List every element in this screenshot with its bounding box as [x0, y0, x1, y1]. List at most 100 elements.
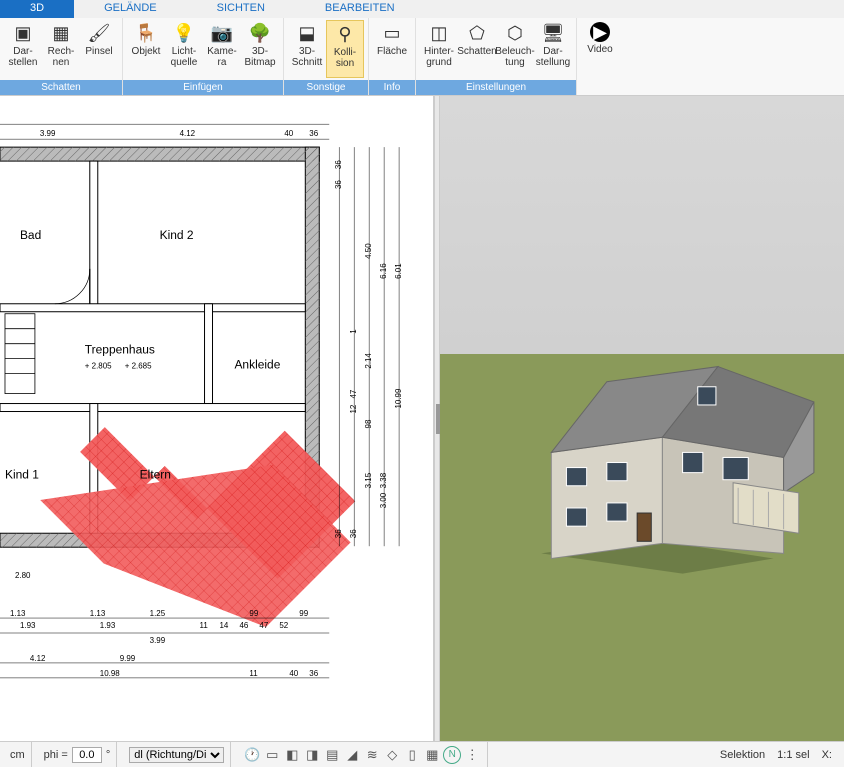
dim-label: 9.99 — [120, 654, 136, 663]
dim-label: 36 — [349, 529, 358, 538]
selektion-label: Selektion — [720, 749, 765, 761]
tab-sichten[interactable]: SICHTEN — [187, 0, 295, 18]
dim-label: 6.01 — [394, 263, 403, 279]
dim-label: 1 — [349, 329, 358, 334]
dim-label: 3.99 — [40, 129, 56, 138]
waves-icon[interactable]: ≋ — [363, 746, 381, 764]
play-icon: ▶ — [590, 22, 610, 42]
stack-icon[interactable]: ▤ — [323, 746, 341, 764]
diamond-icon[interactable]: ◇ — [383, 746, 401, 764]
schatten-setting-button[interactable]: ⬠Schatten — [458, 20, 496, 78]
ribbon-group-schatten: ▣Dar-stellen ▦Rech-nen 🖌Pinsel Schatten — [0, 18, 123, 95]
tab-3d[interactable]: 3D — [0, 0, 74, 18]
beleuchtung-button[interactable]: ⬡Beleuch-tung — [496, 20, 534, 78]
ribbon-group-einfuegen: 🪑Objekt 💡Licht-quelle 📷Kame-ra 🌳3D-Bitma… — [123, 18, 284, 95]
pinsel-button[interactable]: 🖌Pinsel — [80, 20, 118, 78]
brush-icon: 🖌 — [88, 22, 110, 44]
darstellen-button[interactable]: ▣Dar-stellen — [4, 20, 42, 78]
dim-label: 1.25 — [150, 609, 166, 618]
dim-label: 10.98 — [100, 669, 121, 678]
dim-label: 6.16 — [379, 263, 388, 279]
tab-strip: 3D GELÄNDE SICHTEN BEARBEITEN — [0, 0, 844, 18]
dim-label: 36 — [309, 129, 318, 138]
statusbar: cm phi = ° dl (Richtung/Di 🕐 ▭ ◧ ◨ ▤ ◢ ≋… — [0, 741, 844, 767]
video-button[interactable]: ▶Video — [581, 20, 619, 78]
elevation-1: + 2.805 — [85, 362, 112, 371]
dim-label: 46 — [239, 621, 248, 630]
dim-label: 10.99 — [394, 388, 403, 409]
dim-label: 4.12 — [180, 129, 196, 138]
dim-label: 98 — [364, 419, 373, 428]
angle-icon[interactable]: ◢ — [343, 746, 361, 764]
dim-label: 36 — [334, 529, 343, 538]
dim-label: 3.15 — [364, 472, 373, 488]
screen-icon[interactable]: ▭ — [263, 746, 281, 764]
chair-icon: 🪑 — [135, 22, 157, 44]
ribbon-group-video: ▶Video — [577, 18, 623, 95]
display-icon: 🖥 — [542, 22, 564, 44]
bulb-icon: 💡 — [173, 22, 195, 44]
group-label-info: Info — [369, 80, 415, 95]
objekt-button[interactable]: 🪑Objekt — [127, 20, 165, 78]
grid-icon[interactable]: ▦ — [423, 746, 441, 764]
dim-label: 36 — [334, 160, 343, 169]
dim-label: 4.12 — [30, 654, 46, 663]
shadow-icon: ⬠ — [466, 22, 488, 44]
dim-label: 1.13 — [10, 609, 26, 618]
dim-label: 1.93 — [100, 621, 116, 630]
dim-label: 3.38 — [379, 472, 388, 488]
calc-icon: ▦ — [50, 22, 72, 44]
north-icon[interactable]: N — [443, 746, 461, 764]
layer2-icon[interactable]: ◨ — [303, 746, 321, 764]
unit-label: cm — [10, 749, 25, 761]
phi-label: phi = — [44, 749, 68, 761]
tree-icon: 🌳 — [249, 22, 271, 44]
bg-icon: ◫ — [428, 22, 450, 44]
x-label: X: — [822, 749, 832, 761]
dim-label: 3.00 — [379, 492, 388, 508]
room-label-kind1: Kind 1 — [5, 467, 39, 481]
room-label-bad: Bad — [20, 228, 41, 242]
flaeche-button[interactable]: ▭Fläche — [373, 20, 411, 78]
dim-label: 36 — [334, 180, 343, 189]
camera-icon: 📷 — [211, 22, 233, 44]
rechnen-button[interactable]: ▦Rech-nen — [42, 20, 80, 78]
phi-deg: ° — [106, 749, 110, 761]
dim-label: 99 — [299, 609, 308, 618]
phi-input[interactable] — [72, 747, 102, 763]
floorplan-pane[interactable]: 3.99 4.12 40 36 — [0, 96, 434, 741]
ribbon-group-sonstige: ⬓3D-Schnitt ⚲Kolli-sion Sonstige — [284, 18, 369, 95]
kollision-button[interactable]: ⚲Kolli-sion — [326, 20, 364, 78]
collision-icon: ⚲ — [334, 23, 356, 45]
tab-bearbeiten[interactable]: BEARBEITEN — [295, 0, 425, 18]
dl-select[interactable]: dl (Richtung/Di — [129, 747, 224, 763]
room-label-eltern: Eltern — [140, 467, 171, 481]
3d-schnitt-button[interactable]: ⬓3D-Schnitt — [288, 20, 326, 78]
dim-label: 40 — [284, 129, 293, 138]
layer1-icon[interactable]: ◧ — [283, 746, 301, 764]
room-label-ankleide: Ankleide — [234, 358, 280, 372]
tab-gelaende[interactable]: GELÄNDE — [74, 0, 187, 18]
3d-view-pane[interactable] — [440, 96, 844, 741]
main-area: 3.99 4.12 40 36 — [0, 96, 844, 741]
dim-label: 1.93 — [20, 621, 36, 630]
hintergrund-button[interactable]: ◫Hinter-grund — [420, 20, 458, 78]
dim-label: 2.80 — [15, 571, 31, 580]
dim-label: 11 — [200, 621, 209, 630]
dim-label: 3.99 — [150, 636, 166, 645]
dim-label: 40 — [289, 669, 298, 678]
dim-label: 2.14 — [364, 353, 373, 369]
dim-label: 52 — [279, 621, 288, 630]
elevation-2: + 2.685 — [125, 362, 152, 371]
section-icon: ⬓ — [296, 22, 318, 44]
lichtquelle-button[interactable]: 💡Licht-quelle — [165, 20, 203, 78]
darstellung-button[interactable]: 🖥Dar-stellung — [534, 20, 572, 78]
group-label-schatten: Schatten — [0, 80, 122, 95]
3d-bitmap-button[interactable]: 🌳3D-Bitmap — [241, 20, 279, 78]
clock-icon[interactable]: 🕐 — [243, 746, 261, 764]
page-icon[interactable]: ▯ — [403, 746, 421, 764]
cube-icon: ▣ — [12, 22, 34, 44]
dim-label: 4.50 — [364, 243, 373, 259]
kamera-button[interactable]: 📷Kame-ra — [203, 20, 241, 78]
more-icon[interactable]: ⋮ — [463, 746, 481, 764]
